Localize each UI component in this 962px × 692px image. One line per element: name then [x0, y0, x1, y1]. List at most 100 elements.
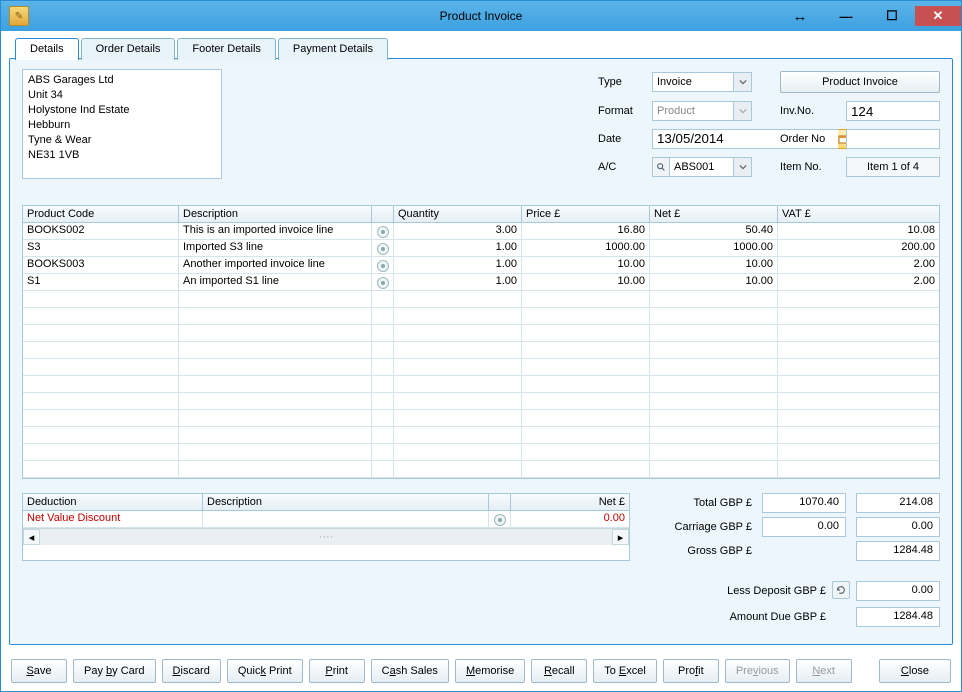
amount-due-label: Amount Due GBP £ [630, 611, 826, 623]
row-detail-icon[interactable] [372, 274, 394, 290]
ac-label: A/C [598, 161, 646, 173]
client-area: Details Order Details Footer Details Pay… [1, 31, 961, 653]
tab-payment-details[interactable]: Payment Details [278, 38, 388, 60]
invno-label: Inv.No. [780, 105, 840, 117]
orderno-input[interactable] [846, 129, 940, 149]
itemno-display: Item 1 of 4 [846, 157, 940, 177]
deduction-row[interactable]: Net Value Discount 0.00 [23, 511, 629, 528]
col-ded-description[interactable]: Description [203, 494, 489, 510]
scroll-track[interactable]: ···· [40, 529, 612, 545]
refresh-deposit-icon[interactable] [832, 581, 850, 599]
table-row-empty[interactable] [23, 444, 939, 461]
tab-footer-details[interactable]: Footer Details [177, 38, 275, 60]
to-excel-button[interactable]: To Excel [593, 659, 657, 683]
deduction-grid[interactable]: Deduction Description Net £ Net Value Di… [22, 493, 630, 561]
table-row[interactable]: S3Imported S3 line1.001000.001000.00200.… [23, 240, 939, 257]
close-button[interactable]: Close [879, 659, 951, 683]
row-detail-icon[interactable] [372, 223, 394, 239]
table-row-empty[interactable] [23, 308, 939, 325]
format-value: Product [652, 101, 734, 121]
cell-code: S3 [23, 240, 179, 256]
maximize-button[interactable]: ☐ [869, 6, 915, 26]
table-row-empty[interactable] [23, 410, 939, 427]
carriage-vat[interactable]: 0.00 [856, 517, 940, 537]
cell-desc: An imported S1 line [179, 274, 372, 290]
total-net: 1070.40 [762, 493, 846, 513]
table-row-empty[interactable] [23, 325, 939, 342]
type-dropdown[interactable]: Invoice [652, 72, 752, 92]
close-window-button[interactable]: ✕ [915, 6, 961, 26]
gross-label: Gross GBP £ [648, 545, 752, 557]
print-button[interactable]: Print [309, 659, 365, 683]
pay-by-card-button[interactable]: Pay by Card [73, 659, 156, 683]
chevron-down-icon[interactable] [734, 157, 752, 177]
table-row-empty[interactable] [23, 461, 939, 478]
table-row[interactable]: BOOKS002This is an imported invoice line… [23, 223, 939, 240]
col-quantity[interactable]: Quantity [394, 206, 522, 222]
grid-header: Product Code Description Quantity Price … [23, 206, 939, 223]
recall-button[interactable]: Recall [531, 659, 587, 683]
chevron-down-icon[interactable] [734, 72, 752, 92]
quick-print-button[interactable]: Quick Print [227, 659, 303, 683]
product-invoice-button[interactable]: Product Invoice [780, 71, 940, 93]
address-line: Holystone Ind Estate [28, 103, 216, 118]
row-detail-icon[interactable] [372, 257, 394, 273]
tab-details[interactable]: Details [15, 38, 79, 60]
ac-lookup-icon[interactable] [652, 157, 670, 177]
deduction-desc [203, 511, 489, 527]
table-row-empty[interactable] [23, 393, 939, 410]
discard-button[interactable]: Discard [162, 659, 221, 683]
table-row-empty[interactable] [23, 342, 939, 359]
table-row[interactable]: S1An imported S1 line1.0010.0010.002.00 [23, 274, 939, 291]
scroll-right-icon[interactable]: ▸ [612, 529, 629, 545]
table-row-empty[interactable] [23, 359, 939, 376]
col-deduction[interactable]: Deduction [23, 494, 203, 510]
format-dropdown: Product [652, 101, 752, 121]
deduction-header: Deduction Description Net £ [23, 494, 629, 511]
col-net[interactable]: Net £ [650, 206, 778, 222]
cell-net: 50.40 [650, 223, 778, 239]
row-detail-icon[interactable] [372, 240, 394, 256]
cell-net: 10.00 [650, 274, 778, 290]
invoice-meta: Type Invoice Product Invoice Format Prod… [598, 69, 940, 179]
restore-arrow-icon[interactable]: ↔ [777, 6, 823, 26]
top-row: ABS Garages Ltd Unit 34 Holystone Ind Es… [22, 69, 940, 179]
deduction-scrollbar[interactable]: ◂ ···· ▸ [23, 528, 629, 545]
cell-price: 16.80 [522, 223, 650, 239]
carriage-net[interactable]: 0.00 [762, 517, 846, 537]
memorise-button[interactable]: Memorise [455, 659, 525, 683]
profit-button[interactable]: Profit [663, 659, 719, 683]
col-ded-net[interactable]: Net £ [511, 494, 629, 510]
less-deposit-value[interactable]: 0.00 [856, 581, 940, 601]
col-product-code[interactable]: Product Code [23, 206, 179, 222]
row-detail-icon[interactable] [489, 511, 511, 527]
less-deposit-label: Less Deposit GBP £ [630, 585, 826, 597]
address-line: ABS Garages Ltd [28, 73, 216, 88]
address-box[interactable]: ABS Garages Ltd Unit 34 Holystone Ind Es… [22, 69, 222, 179]
table-row[interactable]: BOOKS003Another imported invoice line1.0… [23, 257, 939, 274]
table-row-empty[interactable] [23, 427, 939, 444]
scroll-left-icon[interactable]: ◂ [23, 529, 40, 545]
col-vat[interactable]: VAT £ [778, 206, 939, 222]
save-button[interactable]: Save [11, 659, 67, 683]
col-detail-icon [372, 206, 394, 222]
address-line: Hebburn [28, 118, 216, 133]
cell-price: 10.00 [522, 274, 650, 290]
cell-code: S1 [23, 274, 179, 290]
product-invoice-window: ✎ Product Invoice ↔ — ☐ ✕ Details Order … [0, 0, 962, 692]
app-icon: ✎ [9, 6, 29, 26]
address-line: Tyne & Wear [28, 133, 216, 148]
ac-dropdown[interactable]: ABS001 [669, 157, 752, 177]
cell-code: BOOKS002 [23, 223, 179, 239]
col-description[interactable]: Description [179, 206, 372, 222]
date-field[interactable] [652, 129, 752, 149]
table-row-empty[interactable] [23, 376, 939, 393]
line-items-grid[interactable]: Product Code Description Quantity Price … [22, 205, 940, 479]
tab-order-details[interactable]: Order Details [81, 38, 176, 60]
invno-input[interactable] [846, 101, 940, 121]
table-row-empty[interactable] [23, 291, 939, 308]
cash-sales-button[interactable]: Cash Sales [371, 659, 449, 683]
col-price[interactable]: Price £ [522, 206, 650, 222]
minimize-button[interactable]: — [823, 6, 869, 26]
cell-net: 10.00 [650, 257, 778, 273]
